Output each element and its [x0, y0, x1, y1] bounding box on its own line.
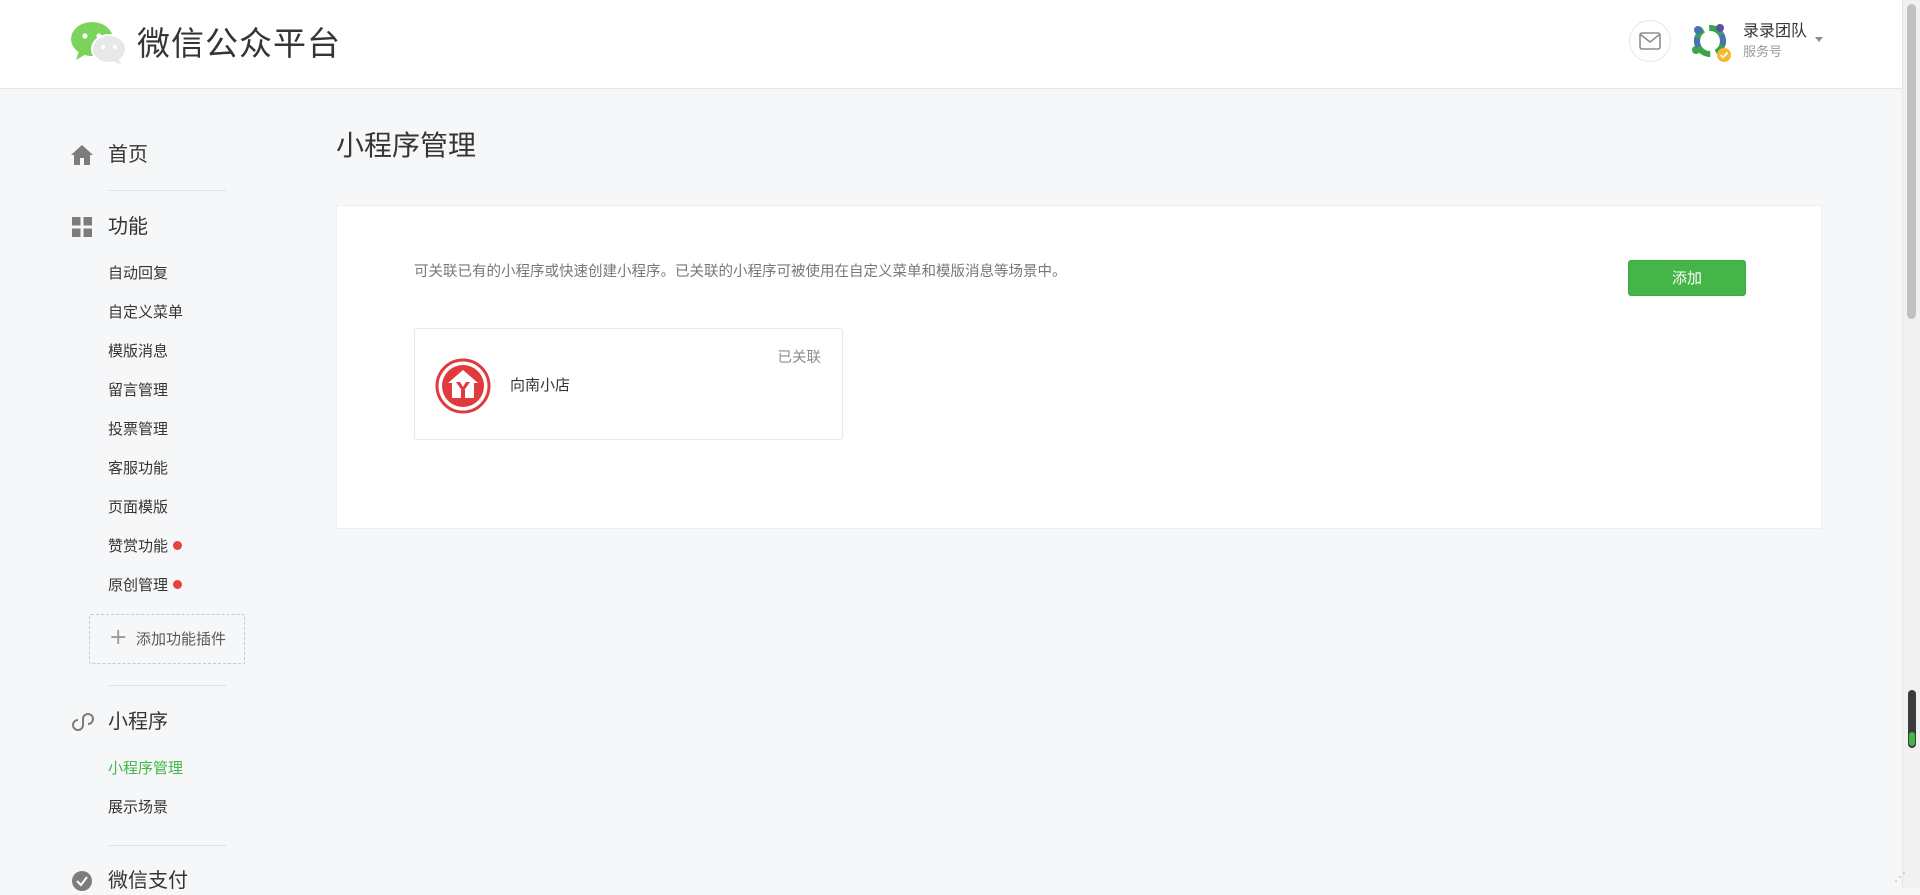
- account-avatar[interactable]: [1686, 18, 1736, 68]
- notification-dot: [173, 580, 183, 589]
- platform-title[interactable]: 微信公众平台: [137, 22, 341, 66]
- sidebar-item-reward[interactable]: 赞赏功能: [108, 535, 183, 557]
- scrollbar-thumb[interactable]: [1907, 4, 1916, 319]
- sidebar-item-auto-reply[interactable]: 自动回复: [108, 262, 168, 284]
- notification-dot: [173, 541, 183, 550]
- home-icon: [71, 145, 93, 165]
- page-title: 小程序管理: [336, 129, 477, 162]
- plus-icon: +: [109, 625, 128, 650]
- account-type: 服务号: [1743, 45, 1783, 60]
- sidebar-item-template-message[interactable]: 模版消息: [108, 340, 168, 362]
- link-status-label: 已关联: [777, 350, 822, 366]
- shop-logo-icon: [435, 358, 491, 414]
- floating-scroll-indicator[interactable]: [1908, 690, 1916, 748]
- mail-button[interactable]: [1629, 20, 1671, 62]
- scroll-indicator-fill: [1909, 732, 1915, 746]
- sidebar-divider: [108, 685, 226, 686]
- top-bar: 微信公众平台 录录团队 服务号: [0, 0, 1902, 89]
- sidebar-miniprogram-label: 小程序: [108, 709, 168, 733]
- sidebar-features-label: 功能: [108, 214, 148, 238]
- miniprogram-name: 向南小店: [510, 376, 571, 394]
- link-icon: [72, 713, 94, 731]
- wechat-logo-icon[interactable]: [70, 20, 128, 66]
- sidebar-item-comments[interactable]: 留言管理: [108, 379, 168, 401]
- sidebar-item-custom-menu[interactable]: 自定义菜单: [108, 301, 183, 323]
- grid-icon: [72, 217, 92, 237]
- sidebar-item-original[interactable]: 原创管理: [108, 574, 183, 596]
- add-plugin-label: 添加功能插件: [136, 630, 227, 648]
- account-name[interactable]: 录录团队: [1743, 20, 1807, 42]
- sidebar-home-label: 首页: [108, 142, 148, 166]
- sidebar-item-votes[interactable]: 投票管理: [108, 418, 168, 440]
- sidebar-divider: [108, 845, 226, 846]
- sidebar-item-page-template[interactable]: 页面模版: [108, 496, 168, 518]
- add-button[interactable]: 添加: [1628, 260, 1746, 296]
- sidebar-divider: [108, 190, 226, 191]
- sidebar-item-miniprogram-manage[interactable]: 小程序管理: [108, 757, 183, 779]
- chevron-down-icon[interactable]: [1815, 37, 1823, 42]
- miniprogram-panel: 可关联已有的小程序或快速创建小程序。已关联的小程序可被使用在自定义菜单和模版消息…: [336, 205, 1822, 529]
- add-plugin-button[interactable]: + 添加功能插件: [89, 614, 245, 664]
- miniprogram-card[interactable]: 已关联 向南小店: [414, 328, 843, 440]
- panel-description: 可关联已有的小程序或快速创建小程序。已关联的小程序可被使用在自定义菜单和模版消息…: [414, 264, 1067, 280]
- sidebar-pay-label: 微信支付: [108, 868, 188, 892]
- mail-icon: [1639, 32, 1661, 50]
- page-scrollbar[interactable]: [1902, 0, 1920, 888]
- sidebar-nav: 首页 功能 自动回复 自定义菜单 模版消息 留言管理 投票管理 客服功能 页面模…: [0, 89, 300, 892]
- resize-grip-icon: ⋰: [1894, 870, 1906, 884]
- sidebar-item-display-scene[interactable]: 展示场景: [108, 796, 168, 818]
- sidebar-item-customer-service[interactable]: 客服功能: [108, 457, 168, 479]
- check-circle-icon: [72, 871, 92, 891]
